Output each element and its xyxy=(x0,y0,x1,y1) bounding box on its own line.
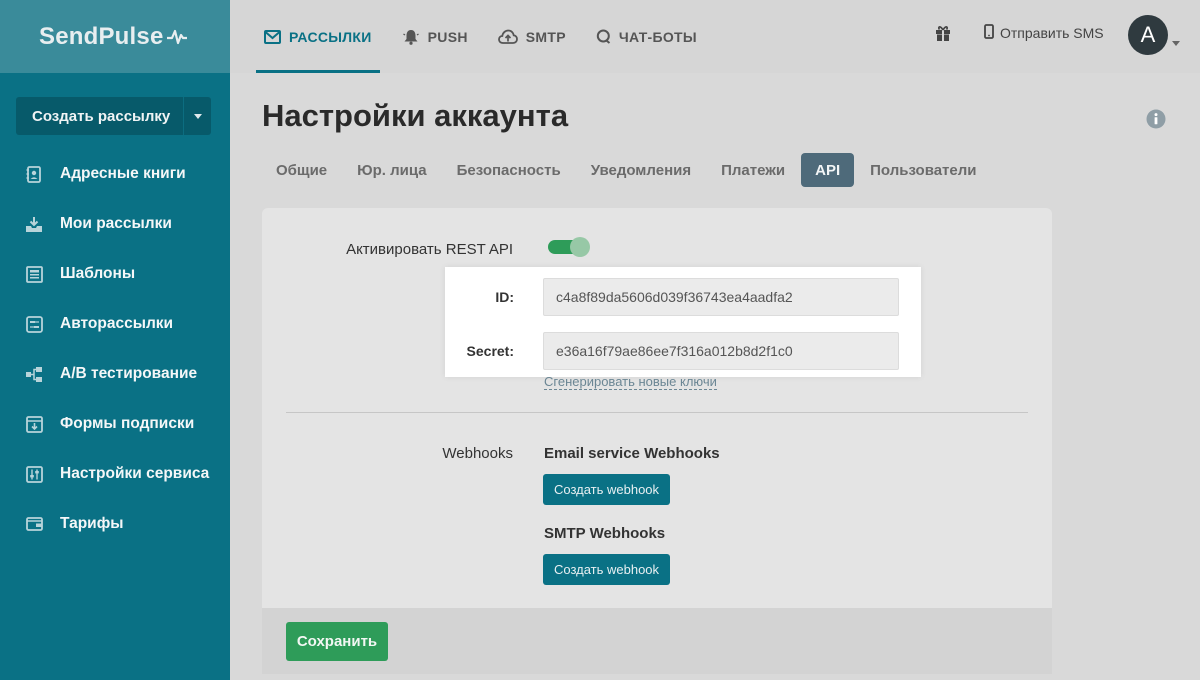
sidebar-item-ab-testing[interactable]: A/B тестирование xyxy=(0,349,230,399)
topnav-item-label: РАССЫЛКИ xyxy=(289,28,372,45)
brand-name: SendPulse xyxy=(39,22,164,50)
sidebar-item-label: Мои рассылки xyxy=(60,215,172,232)
campaign-icon xyxy=(25,215,43,233)
webhooks-label: Webhooks xyxy=(442,445,513,462)
secret-label: Secret: xyxy=(466,343,514,359)
send-sms-label: Отправить SMS xyxy=(1000,25,1104,41)
create-campaign-label: Создать рассылку xyxy=(32,107,171,125)
page-title: Настройки аккаунта xyxy=(262,98,569,133)
rest-api-label: Активировать REST API xyxy=(346,241,513,258)
sidebar-item-automation[interactable]: Авторассылки xyxy=(0,299,230,349)
tab-users[interactable]: Пользователи xyxy=(856,153,990,187)
top-nav: РАССЫЛКИ PUSH SMTP ЧАТ-БОТЫ xyxy=(256,0,719,73)
sidebar-item-templates[interactable]: Шаблоны xyxy=(0,249,230,299)
info-icon[interactable] xyxy=(1146,109,1166,134)
wallet-icon xyxy=(25,515,43,533)
sidebar-item-label: A/B тестирование xyxy=(60,365,198,382)
id-label: ID: xyxy=(495,289,514,305)
email-webhooks-title: Email service Webhooks xyxy=(544,445,720,462)
sidebar-item-label: Шаблоны xyxy=(60,265,136,282)
settings-tabs: Общие Юр. лица Безопасность Уведомления … xyxy=(262,153,993,187)
pulse-icon xyxy=(166,29,187,44)
sidebar-item-label: Авторассылки xyxy=(60,315,174,332)
tab-general[interactable]: Общие xyxy=(262,153,341,187)
tab-payments[interactable]: Платежи xyxy=(707,153,799,187)
tab-api[interactable]: API xyxy=(801,153,855,187)
topnav-item-push[interactable]: PUSH xyxy=(394,0,476,73)
sidebar-item-service-settings[interactable]: Настройки сервиса xyxy=(0,449,230,499)
forms-icon xyxy=(25,415,43,433)
create-smtp-webhook-button[interactable]: Создать webhook xyxy=(543,554,670,585)
smtp-webhooks-title: SMTP Webhooks xyxy=(544,525,666,542)
sidebar-item-subscription-forms[interactable]: Формы подписки xyxy=(0,399,230,449)
gift-icon[interactable] xyxy=(934,24,952,47)
bell-icon xyxy=(402,29,420,45)
secret-field[interactable]: e36a16f79ae86ee7f316a012b8d2f1c0 xyxy=(543,332,899,370)
ab-test-icon xyxy=(25,365,43,383)
section-divider xyxy=(286,412,1028,413)
sidebar-item-address-books[interactable]: Адресные книги xyxy=(0,149,230,199)
sidebar-item-label: Адресные книги xyxy=(60,165,186,182)
id-field[interactable]: c4a8f89da5606d039f36743ea4aadfa2 xyxy=(543,278,899,316)
save-button[interactable]: Сохранить xyxy=(286,622,388,661)
rest-api-toggle[interactable] xyxy=(548,237,590,257)
tab-notifications[interactable]: Уведомления xyxy=(577,153,705,187)
topnav-item-campaigns[interactable]: РАССЫЛКИ xyxy=(256,0,380,73)
api-keys-card: ID: c4a8f89da5606d039f36743ea4aadfa2 Sec… xyxy=(445,267,921,377)
templates-icon xyxy=(25,265,43,283)
sidebar-item-label: Тарифы xyxy=(60,515,124,532)
sidebar: SendPulse Создать рассылку Адресные книг… xyxy=(0,0,230,680)
sidebar-item-tariffs[interactable]: Тарифы xyxy=(0,499,230,549)
create-campaign-dropdown[interactable] xyxy=(183,97,211,135)
settings-sliders-icon xyxy=(25,465,43,483)
tab-security[interactable]: Безопасность xyxy=(443,153,575,187)
chevron-down-icon[interactable] xyxy=(1172,33,1180,51)
topnav-item-chatbots[interactable]: ЧАТ-БОТЫ xyxy=(588,0,705,73)
regenerate-keys-link[interactable]: Сгенерировать новые ключи xyxy=(544,374,717,390)
tab-legal-entities[interactable]: Юр. лица xyxy=(343,153,440,187)
chat-icon xyxy=(596,29,611,44)
sidebar-item-label: Настройки сервиса xyxy=(60,465,210,482)
toggle-knob xyxy=(570,237,590,257)
topnav-item-smtp[interactable]: SMTP xyxy=(490,0,574,73)
automation-icon xyxy=(25,315,43,333)
sidebar-item-my-campaigns[interactable]: Мои рассылки xyxy=(0,199,230,249)
topnav-item-label: ЧАТ-БОТЫ xyxy=(618,28,697,45)
address-book-icon xyxy=(25,165,43,183)
mobile-phone-icon xyxy=(984,24,994,42)
create-campaign-button[interactable]: Создать рассылку xyxy=(16,97,211,135)
topnav-item-label: PUSH xyxy=(427,28,468,45)
create-email-webhook-button[interactable]: Создать webhook xyxy=(543,474,670,505)
brand-logo[interactable]: SendPulse xyxy=(39,23,187,51)
top-bar: РАССЫЛКИ PUSH SMTP ЧАТ-БОТЫ Отправить SM… xyxy=(230,0,1200,73)
avatar[interactable]: A xyxy=(1128,15,1168,55)
send-sms-link[interactable]: Отправить SMS xyxy=(984,24,1104,42)
logo-area: SendPulse xyxy=(0,0,230,73)
caret-down-icon xyxy=(193,113,202,119)
sidebar-item-label: Формы подписки xyxy=(60,415,195,432)
topnav-item-label: SMTP xyxy=(525,28,566,45)
envelope-icon xyxy=(264,29,281,44)
cloud-icon xyxy=(497,29,518,44)
sidebar-nav: Адресные книги Мои рассылки Шаблоны Авто… xyxy=(0,149,230,549)
